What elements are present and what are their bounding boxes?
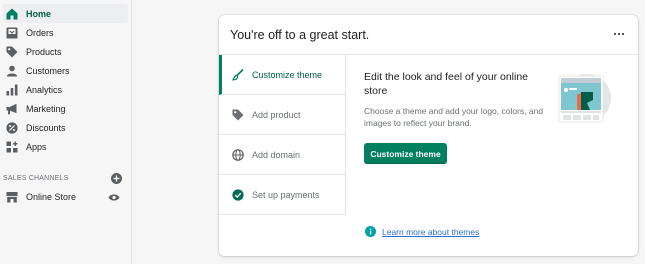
sidebar-item-label: Home	[26, 8, 52, 19]
person-icon	[5, 64, 19, 78]
dot-icon	[617, 32, 621, 36]
sidebar-item-label: Marketing	[26, 103, 66, 114]
tag-icon	[231, 108, 245, 122]
store-icon	[5, 190, 19, 204]
discount-icon	[5, 121, 19, 135]
dot-icon	[613, 32, 617, 36]
apps-icon	[5, 140, 19, 154]
step-content-description: Choose a theme and add your logo, colors…	[364, 106, 544, 128]
step-label: Set up payments	[252, 190, 320, 200]
home-icon	[5, 7, 19, 21]
tag-icon	[5, 45, 19, 59]
step-label: Add product	[252, 109, 301, 120]
info-icon	[365, 226, 376, 237]
sidebar-item-discounts[interactable]: Discounts	[3, 118, 128, 137]
sidebar-nav: Home Orders Products Customers Analytics…	[0, 0, 132, 264]
view-store-button[interactable]	[108, 191, 120, 203]
sidebar-item-label: Customers	[26, 65, 70, 76]
step-customize-theme[interactable]: Customize theme	[219, 55, 346, 95]
step-set-up-payments[interactable]: Set up payments	[219, 175, 346, 215]
learn-more-themes-link[interactable]: Learn more about themes	[382, 227, 479, 237]
sidebar-item-label: Analytics	[26, 84, 63, 95]
step-content-heading: Edit the look and feel of your online st…	[364, 71, 529, 97]
sidebar-item-marketing[interactable]: Marketing	[3, 99, 128, 118]
orders-icon	[5, 26, 19, 40]
brush-icon	[231, 68, 245, 82]
step-content: Edit the look and feel of your online st…	[364, 70, 544, 129]
add-sales-channel-button[interactable]	[111, 172, 122, 184]
setup-steps-list: Customize theme Add product Add domain S…	[219, 55, 346, 215]
sales-channels-heading: SALES CHANNELS	[3, 174, 69, 182]
sidebar-item-online-store[interactable]: Online Store	[3, 187, 128, 206]
sidebar-item-orders[interactable]: Orders	[3, 23, 128, 42]
sidebar-item-customers[interactable]: Customers	[3, 61, 128, 80]
more-actions-button[interactable]	[612, 28, 626, 40]
step-label: Customize theme	[252, 69, 323, 80]
sidebar-item-label: Products	[26, 46, 62, 57]
card-header: You're off to a great start.	[219, 15, 638, 55]
sidebar-item-apps[interactable]: Apps	[3, 137, 128, 156]
card-title: You're off to a great start.	[230, 28, 370, 42]
setup-guide-card: You're off to a great start. Customize t…	[219, 15, 638, 256]
dot-icon	[621, 32, 625, 36]
sidebar-item-label: Orders	[26, 27, 54, 38]
eye-icon	[108, 194, 120, 200]
sidebar-item-analytics[interactable]: Analytics	[3, 80, 128, 99]
step-add-product[interactable]: Add product	[219, 95, 346, 135]
plus-icon	[113, 175, 120, 181]
bar-chart-icon	[5, 83, 19, 97]
sales-channels-header: SALES CHANNELS	[3, 172, 128, 184]
check-circle-icon	[231, 188, 245, 202]
sidebar-item-products[interactable]: Products	[3, 42, 128, 61]
learn-more-row: Learn more about themes	[365, 226, 479, 237]
theme-illustration	[557, 70, 617, 130]
customize-theme-button[interactable]: Customize theme	[364, 143, 447, 164]
globe-icon	[231, 148, 245, 162]
step-add-domain[interactable]: Add domain	[219, 135, 346, 175]
sidebar-item-label: Discounts	[26, 122, 66, 133]
sidebar-item-label: Apps	[26, 141, 47, 152]
step-label: Add domain	[252, 149, 301, 160]
sidebar-item-label: Online Store	[26, 191, 77, 202]
megaphone-icon	[5, 102, 19, 116]
sidebar-item-home[interactable]: Home	[3, 4, 128, 23]
